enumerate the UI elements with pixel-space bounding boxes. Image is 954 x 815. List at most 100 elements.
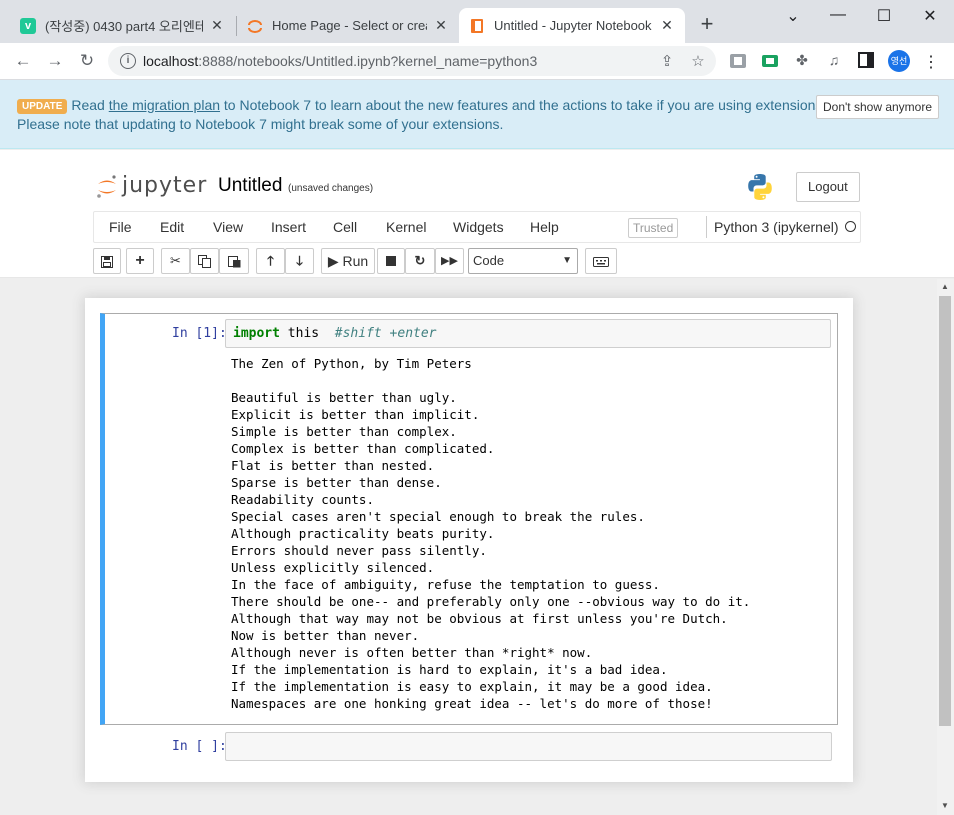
forward-icon[interactable]: → <box>44 51 66 73</box>
kernel-divider <box>706 216 707 238</box>
extension-1-icon[interactable] <box>729 52 747 70</box>
close-tab-icon[interactable]: ✕ <box>209 17 225 34</box>
jupyter-header: jupyter Untitled (unsaved changes) Logou… <box>0 150 954 278</box>
bookmark-star-icon[interactable]: ☆ <box>689 52 707 70</box>
menu-kernel[interactable]: Kernel <box>386 219 426 235</box>
jupyter-mark-icon <box>97 175 116 198</box>
tab-search-icon[interactable]: ⌄ <box>783 6 803 26</box>
menu-cell[interactable]: Cell <box>333 219 357 235</box>
jupyter-wordmark: jupyter <box>122 173 208 198</box>
paste-icon <box>227 256 240 268</box>
close-window-icon[interactable]: ✕ <box>920 6 940 26</box>
maximize-icon[interactable]: ☐ <box>874 6 894 26</box>
browser-tabstrip: v (작성중) 0430 part4 오리엔테 ✕ Home Page - Se… <box>0 0 954 43</box>
media-control-icon[interactable]: ♫ <box>825 52 843 70</box>
restart-run-all-button[interactable]: ▶▶ <box>435 248 464 274</box>
move-up-button[interactable]: 🡑 <box>256 248 285 274</box>
tab-title: Untitled - Jupyter Notebook <box>494 18 652 33</box>
plus-icon: + <box>135 252 145 269</box>
menu-file[interactable]: File <box>109 219 132 235</box>
command-palette-button[interactable] <box>585 248 617 274</box>
code-editor[interactable]: import this #shift +enter <box>225 319 831 348</box>
copy-button[interactable] <box>190 248 219 274</box>
cut-button[interactable]: ✂ <box>161 248 190 274</box>
restart-icon: ↻ <box>414 253 426 268</box>
run-label: Run <box>342 253 369 269</box>
notebook-container: In [1]: import this #shift +enter The Ze… <box>0 279 937 815</box>
banner-line-2: Please note that updating to Notebook 7 … <box>17 116 504 132</box>
save-button[interactable] <box>93 248 121 274</box>
cell-output: The Zen of Python, by Tim Peters Beautif… <box>231 356 751 711</box>
browser-tab-2[interactable]: Home Page - Select or create ✕ <box>237 8 459 43</box>
url-text[interactable]: localhost:8888/notebooks/Untitled.ipynb?… <box>143 53 537 69</box>
scroll-down-icon[interactable]: ▼ <box>941 801 949 810</box>
dont-show-anymore-button[interactable]: Don't show anymore <box>816 95 940 119</box>
trusted-indicator[interactable]: Trusted <box>628 218 679 238</box>
keyboard-icon <box>593 256 609 267</box>
back-icon[interactable]: ← <box>12 51 34 73</box>
input-prompt: In [1]: <box>172 326 227 341</box>
scroll-up-icon[interactable]: ▲ <box>941 282 949 291</box>
code-cell-selected[interactable]: In [1]: import this #shift +enter The Ze… <box>100 313 838 725</box>
kernel-idle-indicator-icon <box>845 221 856 232</box>
menu-edit[interactable]: Edit <box>160 219 184 235</box>
share-icon[interactable]: ⇪ <box>658 52 676 70</box>
jupyter-favicon-icon <box>247 18 263 34</box>
page-scrollbar[interactable]: ▲ ▼ <box>937 279 954 815</box>
tab-title: (작성중) 0430 part4 오리엔테 <box>45 19 203 34</box>
site-info-icon[interactable]: i <box>120 53 136 69</box>
move-down-button[interactable]: 🡓 <box>285 248 314 274</box>
insert-cell-button[interactable]: + <box>126 248 154 274</box>
menu-view[interactable]: View <box>213 219 243 235</box>
menu-help[interactable]: Help <box>530 219 559 235</box>
browser-toolbar: ← → ↻ i localhost:8888/notebooks/Untitle… <box>0 43 954 80</box>
stop-icon <box>386 256 396 266</box>
migration-plan-link[interactable]: the migration plan <box>109 97 220 113</box>
profile-avatar[interactable]: 영선 <box>888 50 910 72</box>
tab-title: Home Page - Select or create <box>272 18 427 33</box>
scissors-icon: ✂ <box>170 253 181 268</box>
menubar: File Edit View Insert Cell Kernel Widget… <box>93 211 861 243</box>
cell-type-select[interactable]: Code ▼ <box>468 248 578 274</box>
extension-2-icon[interactable] <box>761 52 779 70</box>
extensions-puzzle-icon[interactable]: ✤ <box>793 52 811 70</box>
new-tab-button[interactable]: + <box>696 13 718 36</box>
browser-menu-icon[interactable]: ⋮ <box>922 52 940 71</box>
chevron-down-icon: ▼ <box>562 255 572 266</box>
interrupt-button[interactable] <box>377 248 405 274</box>
fast-forward-icon: ▶▶ <box>441 255 458 267</box>
play-icon: ▶ <box>327 253 339 269</box>
close-tab-icon[interactable]: ✕ <box>433 17 449 34</box>
reload-icon[interactable]: ↻ <box>76 51 98 73</box>
update-badge: UPDATE <box>17 99 68 114</box>
jupyter-logo[interactable]: jupyter <box>96 172 206 202</box>
arrow-down-icon: 🡓 <box>296 253 303 268</box>
notebook-favicon-icon <box>469 18 485 34</box>
logout-button[interactable]: Logout <box>796 172 860 202</box>
close-tab-icon[interactable]: ✕ <box>659 17 675 34</box>
kernel-name[interactable]: Python 3 (ipykernel) <box>714 219 839 235</box>
save-icon <box>101 255 113 268</box>
side-panel-icon[interactable] <box>857 52 875 70</box>
vrew-favicon-icon: v <box>20 17 36 34</box>
menu-widgets[interactable]: Widgets <box>453 219 504 235</box>
restart-button[interactable]: ↻ <box>405 248 435 274</box>
minimize-icon[interactable]: — <box>828 6 848 26</box>
code-text: import this #shift +enter <box>233 326 437 341</box>
python-logo-icon <box>745 172 775 202</box>
paste-button[interactable] <box>219 248 249 274</box>
notebook-name[interactable]: Untitled <box>218 175 282 197</box>
browser-tab-1[interactable]: v (작성중) 0430 part4 오리엔테 ✕ <box>10 8 235 43</box>
empty-code-editor[interactable] <box>225 732 832 761</box>
notebook-page: In [1]: import this #shift +enter The Ze… <box>85 298 853 782</box>
save-status: (unsaved changes) <box>288 183 374 194</box>
address-bar[interactable]: i localhost:8888/notebooks/Untitled.ipyn… <box>108 46 716 76</box>
run-button[interactable]: ▶ Run <box>321 248 375 274</box>
banner-line-1: UPDATE Read the migration plan to Noteboo… <box>17 97 831 114</box>
input-prompt: In [ ]: <box>172 739 227 754</box>
scrollbar-thumb[interactable] <box>939 296 951 726</box>
browser-tab-3[interactable]: Untitled - Jupyter Notebook ✕ <box>459 8 685 43</box>
copy-icon <box>198 255 211 269</box>
menu-insert[interactable]: Insert <box>271 219 306 235</box>
update-banner: UPDATE Read the migration plan to Noteboo… <box>0 80 954 149</box>
